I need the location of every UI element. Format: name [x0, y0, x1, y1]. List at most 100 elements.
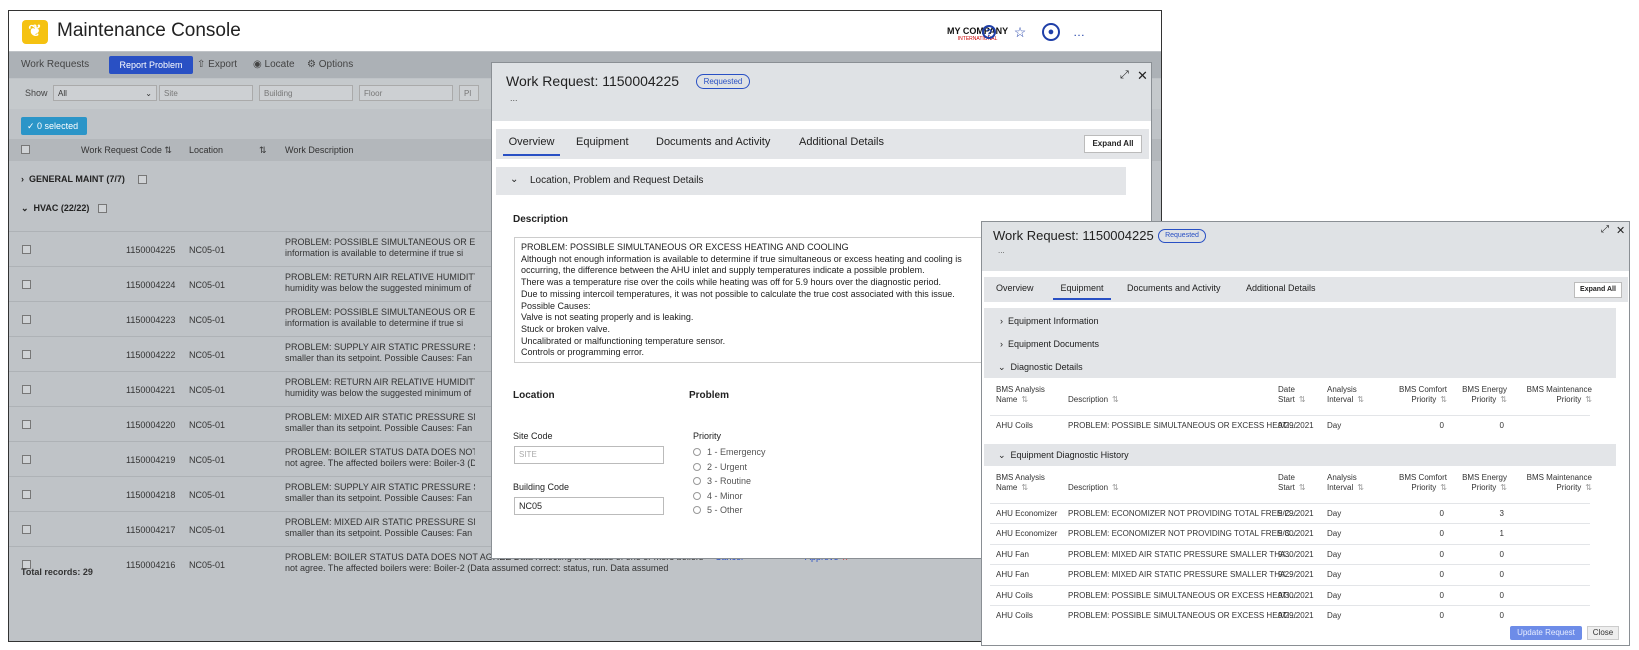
priority-option[interactable]: 4 - Minor: [693, 491, 743, 501]
close-button[interactable]: Close: [1587, 626, 1619, 640]
diagnostic-details-section[interactable]: ⌄ Diagnostic Details: [998, 362, 1083, 373]
sort-icon[interactable]: ⇅: [1500, 483, 1507, 492]
sort-icon[interactable]: ⇅: [1440, 483, 1447, 492]
more-icon[interactable]: …: [1070, 23, 1088, 41]
priority-option[interactable]: 3 - Routine: [693, 476, 751, 486]
tab-overview[interactable]: Overview: [996, 283, 1034, 293]
row-checkbox[interactable]: [22, 420, 31, 429]
column-header-name[interactable]: BMS Analysis Name ⇅: [996, 385, 1066, 405]
radio-button[interactable]: [693, 506, 701, 514]
sort-icon[interactable]: ⇅: [1021, 483, 1028, 492]
building-filter[interactable]: Building: [259, 85, 353, 101]
group-hvac[interactable]: ⌄ HVAC (22/22): [21, 203, 89, 214]
priority-option[interactable]: 5 - Other: [693, 505, 743, 515]
tab-overview[interactable]: Overview: [503, 136, 560, 156]
group-checkbox[interactable]: [98, 204, 107, 213]
priority-label: 2 - Urgent: [707, 461, 748, 472]
expand-icon[interactable]: ⤢: [1601, 224, 1609, 235]
extra-filter[interactable]: Pl: [459, 85, 479, 101]
sort-icon[interactable]: ⇅: [1585, 395, 1592, 404]
radio-button[interactable]: [693, 477, 701, 485]
group-checkbox[interactable]: [138, 175, 147, 184]
sort-icon[interactable]: ⇅: [1112, 395, 1119, 404]
expand-all-button[interactable]: Expand All: [1084, 135, 1142, 153]
column-header-code[interactable]: Work Request Code ⇅: [81, 145, 172, 156]
building-code-input[interactable]: NC05: [514, 497, 664, 515]
favorites-icon[interactable]: ☆: [1011, 23, 1029, 41]
row-checkbox[interactable]: [22, 385, 31, 394]
close-icon[interactable]: ✕: [1137, 68, 1148, 84]
row-checkbox[interactable]: [22, 525, 31, 534]
selected-count-badge[interactable]: ✓ 0 selected: [21, 117, 87, 135]
row-checkbox[interactable]: [22, 490, 31, 499]
row-checkbox[interactable]: [22, 315, 31, 324]
floor-filter[interactable]: Floor: [359, 85, 453, 101]
sort-icon[interactable]: ⇅: [1440, 395, 1447, 404]
sort-icon[interactable]: ⇅: [259, 145, 267, 156]
column-header-description[interactable]: Work Description: [285, 145, 353, 155]
sort-icon[interactable]: ⇅: [1299, 483, 1306, 492]
tab-documents[interactable]: Documents and Activity: [1127, 283, 1221, 293]
column-header-comfort[interactable]: BMS Comfort Priority ⇅: [1382, 385, 1447, 405]
header-line: Description ⇅: [1068, 483, 1268, 493]
chevron-down-icon: ⌄: [510, 174, 519, 185]
close-icon[interactable]: ✕: [1616, 224, 1625, 237]
priority-option[interactable]: 2 - Urgent: [693, 462, 747, 472]
locate-button[interactable]: ◉ Locate: [253, 59, 295, 70]
tab-documents[interactable]: Documents and Activity: [656, 136, 770, 148]
row-checkbox[interactable]: [22, 245, 31, 254]
options-button[interactable]: ⚙ Options: [307, 59, 353, 70]
row-description: PROBLEM: MIXED AIR STATIC PRESSURE SMALL…: [285, 517, 475, 541]
description-line: PROBLEM: POSSIBLE SIMULTANEOUS OR EXCES: [285, 237, 475, 247]
export-button[interactable]: ⇧ Export: [197, 59, 237, 70]
radio-button[interactable]: [693, 491, 701, 500]
column-header-desc[interactable]: Description ⇅: [1068, 385, 1268, 405]
column-header-desc[interactable]: Description ⇅: [1068, 473, 1268, 493]
sort-icon[interactable]: ⇅: [1299, 395, 1306, 404]
help-icon[interactable]: ?: [982, 25, 996, 39]
row-checkbox[interactable]: [22, 280, 31, 289]
report-problem-button[interactable]: Report Problem: [109, 56, 193, 74]
site-filter[interactable]: Site: [159, 85, 253, 101]
radio-button[interactable]: [693, 462, 701, 471]
column-header-interval[interactable]: Analysis Interval ⇅: [1327, 473, 1377, 493]
column-header-energy[interactable]: BMS Energy Priority ⇅: [1452, 473, 1507, 493]
column-header-interval[interactable]: Analysis Interval ⇅: [1327, 385, 1377, 405]
sort-icon[interactable]: ⇅: [1357, 395, 1364, 404]
sort-icon[interactable]: ⇅: [1585, 483, 1592, 492]
header-line: Date: [1278, 473, 1295, 482]
select-all-checkbox[interactable]: [21, 145, 30, 154]
group-general-maint[interactable]: › GENERAL MAINT (7/7): [21, 174, 125, 184]
column-header-date[interactable]: Date Start ⇅: [1278, 385, 1320, 405]
column-header-location[interactable]: Location: [189, 145, 223, 155]
column-header-name[interactable]: BMS Analysis Name ⇅: [996, 473, 1066, 493]
cell-name: AHU Coils: [996, 590, 1033, 600]
expand-icon[interactable]: ⤢: [1120, 69, 1129, 82]
show-select[interactable]: All ⌄: [53, 85, 157, 101]
tab-equipment[interactable]: Equipment: [576, 136, 629, 148]
tab-additional-details[interactable]: Additional Details: [799, 136, 884, 148]
update-request-button[interactable]: Update Request: [1510, 626, 1582, 640]
column-header-energy[interactable]: BMS Energy Priority ⇅: [1452, 385, 1507, 405]
column-header-maint[interactable]: BMS Maintenance Priority ⇅: [1512, 385, 1592, 405]
equipment-information-section[interactable]: › Equipment Information: [1000, 316, 1099, 326]
location-problem-section[interactable]: ⌄ Location, Problem and Request Details: [496, 167, 1126, 195]
user-icon[interactable]: ●: [1042, 23, 1060, 41]
sort-icon[interactable]: ⇅: [1021, 395, 1028, 404]
diagnostic-history-section[interactable]: ⌄ Equipment Diagnostic History: [998, 450, 1129, 461]
row-checkbox[interactable]: [22, 350, 31, 359]
column-header-maint[interactable]: BMS Maintenance Priority ⇅: [1512, 473, 1592, 493]
priority-option[interactable]: 1 - Emergency: [693, 447, 766, 457]
row-checkbox[interactable]: [22, 455, 31, 464]
tab-additional-details[interactable]: Additional Details: [1246, 283, 1316, 293]
column-header-date[interactable]: Date Start ⇅: [1278, 473, 1320, 493]
sort-icon[interactable]: ⇅: [1500, 395, 1507, 404]
tab-equipment[interactable]: Equipment: [1053, 283, 1111, 300]
radio-button[interactable]: [693, 448, 701, 456]
sort-icon[interactable]: ⇅: [1357, 483, 1364, 492]
column-header-comfort[interactable]: BMS Comfort Priority ⇅: [1382, 473, 1447, 493]
expand-all-button[interactable]: Expand All: [1574, 282, 1622, 298]
sort-icon[interactable]: ⇅: [1112, 483, 1119, 492]
site-code-input[interactable]: SITE: [514, 446, 664, 464]
equipment-documents-section[interactable]: › Equipment Documents: [1000, 339, 1099, 349]
